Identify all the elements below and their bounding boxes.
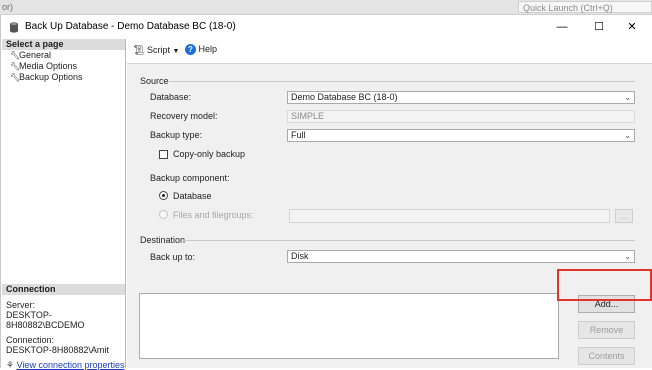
backup-type-select[interactable]: Full ⌄ [287,129,635,142]
copy-only-checkbox[interactable] [159,150,168,159]
view-connection-properties: ⚘ View connection properties [2,360,125,370]
recovery-model-field: SIMPLE [287,110,635,123]
backup-type-label: Backup type: [150,130,203,140]
general-page-panel: Source Database: Demo Database BC (18-0)… [127,64,652,368]
destination-list[interactable] [139,293,559,359]
sidebar-item-label: Media Options [19,61,78,71]
minimize-button[interactable]: — [547,18,577,36]
wrench-icon: 🔧︎ [10,62,21,71]
backup-type-value: Full [291,130,306,140]
select-page-header: Select a page [2,39,125,50]
connection-properties-icon: ⚘ [6,360,15,370]
copy-only-label: Copy-only backup [173,149,246,159]
filegroups-browse-button[interactable]: ... [615,209,633,223]
script-icon: 📜︎ [133,45,145,55]
page-selector-sidebar: Select a page 🔧︎General 🔧︎Media Options … [2,39,126,370]
destination-divider [183,240,635,241]
script-button[interactable]: 📜︎ Script ▼ [133,45,179,56]
server-value: DESKTOP-8H80882\BCDEMO [6,310,85,330]
view-connection-properties-link[interactable]: View connection properties [17,360,125,370]
backup-dialog-window: Back Up Database - Demo Database BC (18-… [0,15,652,370]
component-files-label: Files and filegroups: [173,210,254,220]
connection-panel: Connection Server: DESKTOP-8H80882\BCDEM… [2,284,125,370]
recovery-model-label: Recovery model: [150,111,218,121]
filegroups-field[interactable] [289,209,610,223]
back-up-to-value: Disk [291,251,309,261]
connection-header: Connection [2,284,125,295]
chevron-down-icon: ▼ [172,48,180,55]
close-button[interactable]: ✕ [617,18,647,36]
component-database-radio[interactable] [159,191,168,200]
chevron-down-icon: ⌄ [624,131,631,140]
background-app-text: or) [2,2,13,12]
back-up-to-select[interactable]: Disk ⌄ [287,250,635,263]
database-select-value: Demo Database BC (18-0) [291,92,398,102]
database-label: Database: [150,92,192,102]
maximize-button[interactable]: ☐ [584,18,614,36]
chevron-down-icon: ⌄ [624,93,631,102]
connection-value: DESKTOP-8H80882\Amit [6,345,109,355]
sidebar-item-label: General [19,50,52,60]
server-label: Server: [6,300,36,310]
help-icon: ? [185,44,196,56]
help-button[interactable]: ? Help [185,44,218,56]
sidebar-item-general[interactable]: 🔧︎General [2,50,125,61]
background-app-strip: or) Quick Launch (Ctrl+Q) [0,0,652,15]
backup-component-label: Backup component: [150,173,230,183]
wrench-icon: 🔧︎ [10,51,21,60]
sidebar-item-label: Backup Options [19,72,83,82]
source-group-title: Source [140,76,169,86]
component-files-radio[interactable] [159,210,168,219]
back-up-to-label: Back up to: [150,252,196,262]
remove-button[interactable]: Remove [578,321,635,339]
chevron-down-icon: ⌄ [624,252,631,261]
contents-button[interactable]: Contents [578,347,635,365]
script-label: Script [146,45,170,55]
add-button-highlight [557,269,652,301]
source-divider [169,81,635,82]
wrench-icon: 🔧︎ [10,73,21,82]
title-bar: Back Up Database - Demo Database BC (18-… [1,15,652,39]
database-icon [9,22,19,35]
connection-label: Connection: [6,335,55,345]
toolbar: 📜︎ Script ▼ ? Help [127,39,652,64]
sidebar-item-backup-options[interactable]: 🔧︎Backup Options [2,72,125,83]
sidebar-item-media-options[interactable]: 🔧︎Media Options [2,61,125,72]
destination-group-title: Destination [140,235,186,245]
component-database-label: Database [173,191,212,201]
quick-launch-input[interactable]: Quick Launch (Ctrl+Q) [518,1,652,13]
help-label: Help [198,44,218,54]
window-title: Back Up Database - Demo Database BC (18-… [25,21,236,32]
database-select[interactable]: Demo Database BC (18-0) ⌄ [287,91,635,104]
